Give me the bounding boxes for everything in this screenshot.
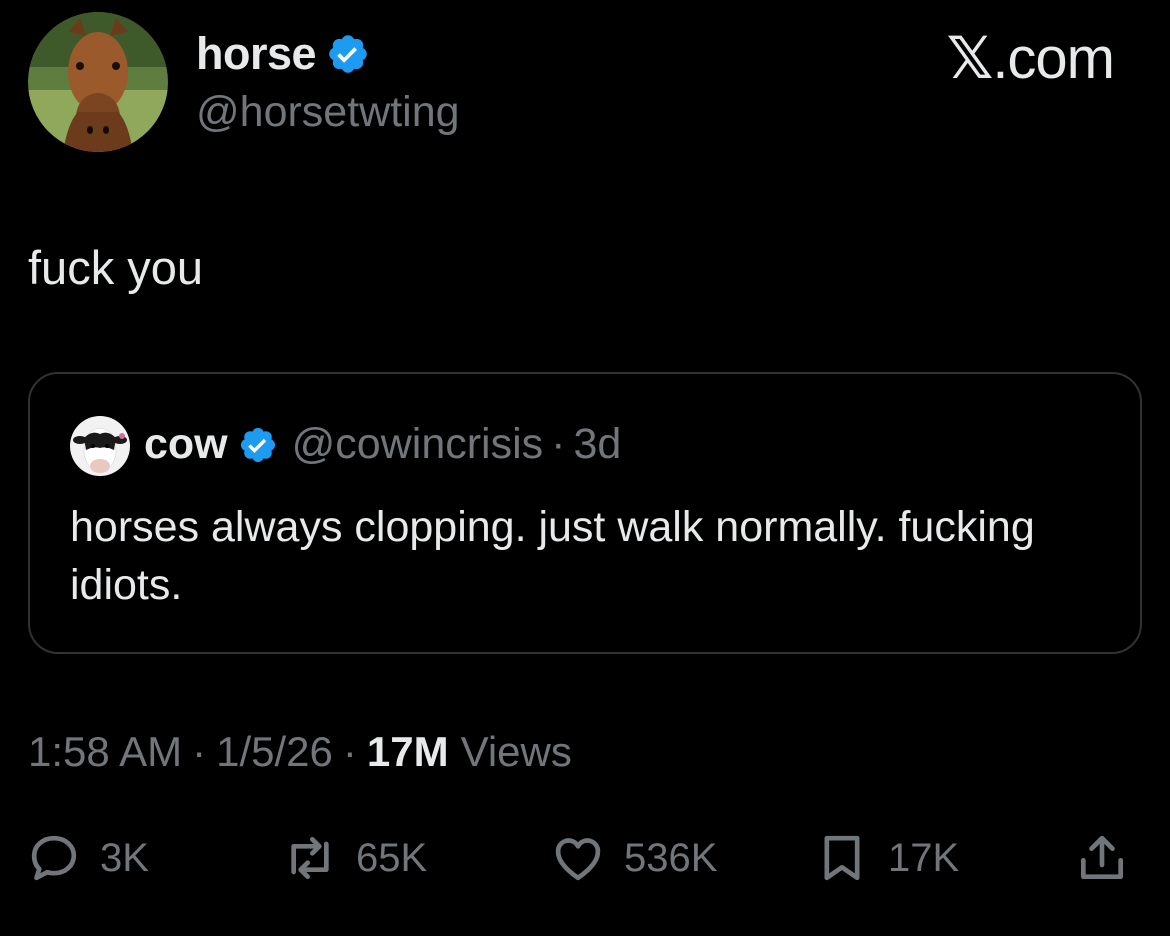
quoted-verified-badge-icon[interactable] (238, 425, 278, 465)
bookmark-count: 17K (888, 835, 960, 880)
quoted-separator: · (551, 420, 566, 468)
horse-avatar-image (28, 12, 168, 152)
bookmark-icon (824, 835, 860, 881)
quoted-tweet-text: horses always clopping. just walk normal… (70, 503, 1035, 609)
repost-icon (291, 837, 329, 879)
meta-separator-1: · (192, 728, 207, 775)
author-avatar[interactable] (28, 12, 168, 152)
quoted-timestamp[interactable]: 3d (573, 420, 621, 469)
heart-icon (555, 838, 601, 881)
like-button[interactable]: 536K (550, 820, 717, 896)
author-name-row: horse (196, 28, 370, 80)
action-bar: 3K 65K 536K 17K (0, 820, 1170, 896)
verified-badge-icon[interactable] (326, 32, 370, 76)
bookmark-button[interactable]: 17K (814, 820, 959, 896)
share-icon (1081, 835, 1123, 879)
quoted-header: cow @cowincrisis · 3d (144, 420, 621, 469)
quoted-tweet-card[interactable]: cow @cowincrisis · 3d horses always clop… (28, 372, 1142, 654)
tweet-time[interactable]: 1:58 AM (28, 728, 182, 776)
meta-separator-2: · (342, 728, 357, 775)
reply-bubble-icon (31, 835, 77, 881)
quoted-handle[interactable]: @cowincrisis (292, 420, 544, 469)
reply-count: 3K (100, 835, 149, 880)
x-brand-logo: 𝕏.com (946, 24, 1115, 92)
reply-button[interactable]: 3K (26, 820, 149, 896)
x-logo-icon: 𝕏 (946, 26, 994, 91)
tweet-date[interactable]: 1/5/26 (216, 728, 333, 776)
quoted-author-avatar[interactable] (70, 416, 130, 476)
tweet-meta: 1:58 AM · 1/5/26 · 17M Views (28, 728, 572, 776)
repost-button[interactable]: 65K (282, 820, 427, 896)
like-count: 536K (624, 835, 718, 880)
tweet-screenshot: horse @horsetwting 𝕏.com fuck you cow @c… (0, 0, 1170, 936)
cow-avatar-image (70, 416, 130, 476)
author-display-name[interactable]: horse (196, 28, 317, 80)
quoted-display-name[interactable]: cow (144, 420, 228, 469)
tweet-text: fuck you (28, 241, 204, 294)
repost-count: 65K (356, 835, 428, 880)
share-button[interactable] (1074, 820, 1130, 896)
views-count[interactable]: 17M (367, 728, 449, 776)
views-label: Views (460, 728, 572, 775)
author-handle[interactable]: @horsetwting (196, 88, 460, 137)
brand-domain: .com (992, 26, 1115, 91)
